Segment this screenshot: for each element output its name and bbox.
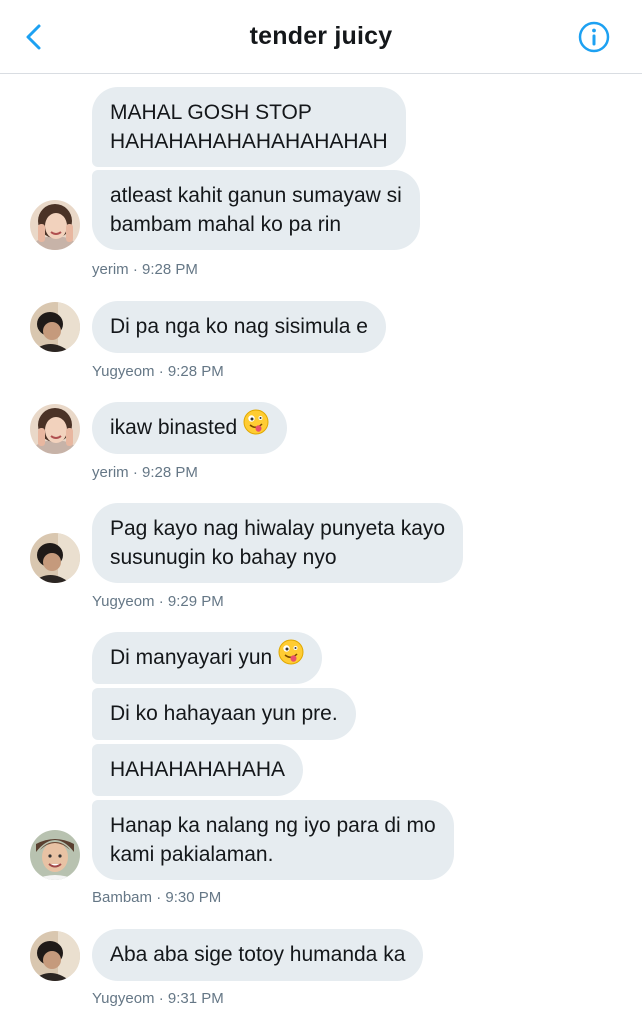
message-text: Di pa nga ko nag sisimula e [110,315,368,338]
message-meta: yerim · 9:28 PM [92,464,198,481]
sender-name: Yugyeom [92,593,155,610]
message-text: Pag kayo nag hiwalay punyeta kayo [110,517,446,540]
message-text: HAHAHAHAHAHA [110,758,286,781]
message-bubble[interactable]: Pag kayo nag hiwalay punyeta kayo susunu… [92,503,464,583]
message-feed[interactable]: MAHAL GOSH STOP HAHAHAHAHAHAHAHAHAH atle… [0,74,642,1024]
avatar-yerim[interactable] [30,404,80,454]
conversation-header: tender juicy [0,0,642,74]
sender-name: Yugyeom [92,363,155,380]
message-bubble[interactable]: Di manyayari yun [92,632,323,684]
sender-name: yerim [92,464,129,481]
message-text: Di manyayari yun [110,646,273,669]
meta-separator: · [154,363,168,380]
message-bubble[interactable]: ikaw binasted [92,402,288,454]
meta-separator: · [128,261,143,278]
avatar-bambam[interactable] [30,830,80,880]
message-text: MAHAL GOSH STOP [110,101,312,124]
meta-separator: · [154,593,168,610]
message-time: 9:28 PM [142,261,198,278]
message-bubble[interactable]: Aba aba sige totoy humanda ka [92,929,424,981]
message-time: 9:28 PM [167,363,224,380]
meta-separator: · [152,889,166,906]
message-bubble[interactable]: MAHAL GOSH STOP HAHAHAHAHAHAHAHAHAH [92,87,406,167]
message-time: 9:31 PM [167,990,224,1007]
message-bubble[interactable]: atleast kahit ganun sumayaw si bambam ma… [92,170,420,250]
message-text: HAHAHAHAHAHAHAHAHAH [110,130,388,153]
avatar-yugyeom[interactable] [30,533,80,583]
message-text: atleast kahit ganun sumayaw si [110,184,402,207]
avatar-yerim[interactable] [30,200,80,250]
avatar-yugyeom[interactable] [30,302,80,352]
meta-separator: · [128,464,143,481]
message-text: susunugin ko bahay nyo [110,546,337,569]
message-bubble[interactable]: HAHAHAHAHAHA [92,744,304,796]
message-time: 9:28 PM [142,464,198,481]
message-text: kami pakialaman. [110,843,274,866]
zany-face-icon [278,639,304,673]
meta-separator: · [154,990,168,1007]
message-text: bambam mahal ko pa rin [110,213,342,236]
sender-name: Yugyeom [92,990,155,1007]
zany-face-icon [243,409,269,443]
message-text: ikaw binasted [110,416,238,439]
message-bubble[interactable]: Di ko hahayaan yun pre. [92,688,356,740]
conversation-title: tender juicy [249,22,393,50]
avatar-yugyeom[interactable] [30,931,80,981]
message-bubble[interactable]: Di pa nga ko nag sisimula e [92,301,386,353]
message-text: Aba aba sige totoy humanda ka [110,943,406,966]
message-meta: Yugyeom · 9:29 PM [92,593,224,610]
message-meta: Yugyeom · 9:28 PM [92,363,224,380]
message-meta: Bambam · 9:30 PM [92,889,221,906]
message-meta: yerim · 9:28 PM [92,261,198,278]
message-meta: Yugyeom · 9:31 PM [92,990,224,1007]
sender-name: yerim [92,261,129,278]
info-icon [578,21,610,53]
info-button[interactable] [577,20,611,54]
message-bubble[interactable]: Hanap ka nalang ng iyo para di mo kami p… [92,800,454,880]
sender-name: Bambam [92,889,153,906]
message-time: 9:30 PM [165,889,222,906]
message-text: Hanap ka nalang ng iyo para di mo [110,814,436,837]
message-text: Di ko hahayaan yun pre. [110,702,338,725]
message-time: 9:29 PM [167,593,224,610]
